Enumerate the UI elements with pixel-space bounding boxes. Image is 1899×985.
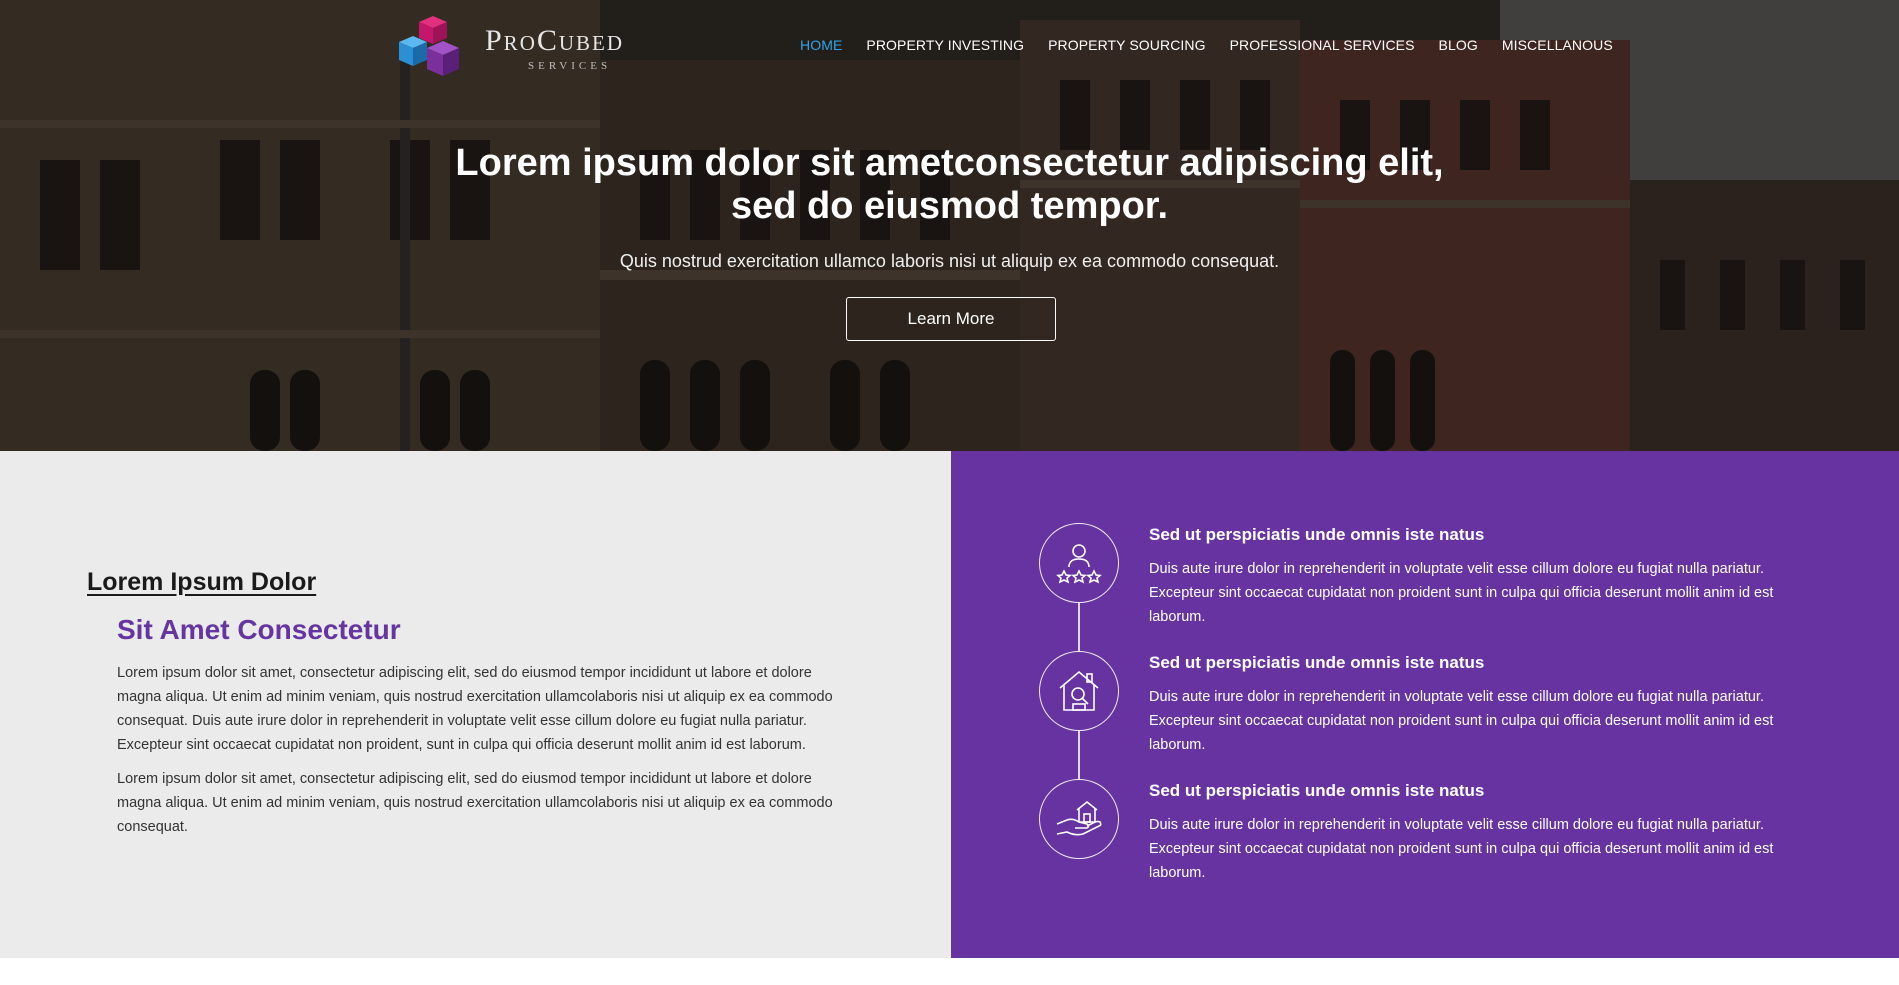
main-nav: HOME PROPERTY INVESTING PROPERTY SOURCIN…	[800, 37, 1637, 53]
nav-item-professional-services[interactable]: PROFESSIONAL SERVICES	[1230, 37, 1415, 53]
nav-item-home[interactable]: HOME	[800, 37, 842, 53]
hero-section: ProCubed SERVICES HOME PROPERTY INVESTIN…	[0, 0, 1899, 451]
feature-text: Duis aute irure dolor in reprehenderit i…	[1149, 817, 1774, 881]
timeline-connector	[1078, 603, 1080, 651]
feature-text: Duis aute irure dolor in reprehenderit i…	[1149, 689, 1774, 753]
feature-title: Sed ut perspiciatis unde omnis iste natu…	[1149, 781, 1485, 800]
nav-item-property-investing[interactable]: PROPERTY INVESTING	[866, 37, 1024, 53]
brand-logo[interactable]: ProCubed SERVICES	[395, 14, 650, 82]
user-rating-icon	[1056, 544, 1102, 584]
feature-icon-circle	[1039, 651, 1119, 731]
intro-heading: Lorem Ipsum Dolor	[87, 568, 317, 596]
features-section: Sed ut perspiciatis unde omnis iste natu…	[951, 451, 1899, 958]
hero-title-line2: sed do eiusmod tempor.	[730, 185, 1169, 227]
hero-title-line1: Lorem ipsum dolor sit ametconsectetur ad…	[455, 142, 1444, 184]
nav-item-property-sourcing[interactable]: PROPERTY SOURCING	[1048, 37, 1206, 53]
brand-name: ProCubed	[485, 24, 625, 57]
feature-icon-circle	[1039, 523, 1119, 603]
hero-subtitle: Quis nostrud exercitation ullamco labori…	[619, 251, 1280, 271]
nav-item-miscellanous[interactable]: MISCELLANOUS	[1502, 37, 1613, 53]
intro-subheading: Sit Amet Consectetur	[117, 614, 401, 645]
timeline-connector	[1078, 731, 1080, 779]
hero-title: Lorem ipsum dolor sit ametconsectetur ad…	[0, 142, 1899, 228]
feature-text: Duis aute irure dolor in reprehenderit i…	[1149, 561, 1774, 625]
learn-more-button[interactable]: Learn More	[846, 297, 1056, 341]
feature-title: Sed ut perspiciatis unde omnis iste natu…	[1149, 525, 1485, 544]
hand-house-icon	[1056, 800, 1102, 836]
feature-title: Sed ut perspiciatis unde omnis iste natu…	[1149, 653, 1485, 672]
cube-logo-icon	[399, 16, 459, 76]
intro-paragraph-2: Lorem ipsum dolor sit amet, consectetur …	[117, 771, 833, 835]
brand-subtitle: SERVICES	[528, 60, 612, 72]
nav-item-blog[interactable]: BLOG	[1439, 37, 1478, 53]
house-search-icon	[1059, 670, 1099, 711]
intro-paragraph-1: Lorem ipsum dolor sit amet, consectetur …	[117, 665, 833, 753]
intro-section: Lorem Ipsum Dolor Sit Amet Consectetur L…	[0, 451, 951, 958]
feature-icon-circle	[1039, 779, 1119, 859]
